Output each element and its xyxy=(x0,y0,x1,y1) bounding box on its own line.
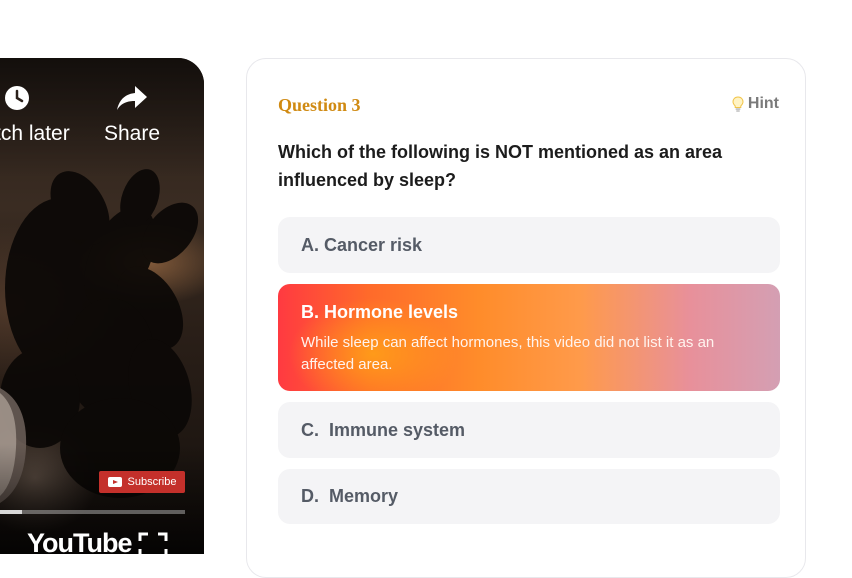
answer-option-label: B. Hormone levels xyxy=(301,302,459,322)
answer-option-d[interactable]: D. Memory xyxy=(278,469,780,524)
youtube-logo[interactable]: YouTube xyxy=(27,528,132,554)
answer-option-label: D. Memory xyxy=(301,486,399,506)
clock-icon xyxy=(0,82,72,114)
quiz-card: Question 3 Hint Which of the following i… xyxy=(246,58,806,578)
share-arrow-icon xyxy=(92,82,172,114)
fullscreen-icon[interactable] xyxy=(138,532,168,554)
question-number: Question 3 xyxy=(278,95,361,115)
question-text: Which of the following is NOT mentioned … xyxy=(278,142,723,190)
answer-option-label: C. Immune system xyxy=(301,420,466,440)
hint-button[interactable]: Hint xyxy=(732,95,779,113)
answer-option-b-selected[interactable]: B. Hormone levels While sleep can affect… xyxy=(278,284,780,391)
answer-feedback: While sleep can affect hormones, this vi… xyxy=(301,334,715,373)
subscribe-label: Subscribe xyxy=(127,476,177,488)
watch-later-label: Watch later xyxy=(0,122,70,145)
video-progress-fill xyxy=(0,510,23,514)
share-button[interactable]: Share xyxy=(92,82,172,146)
watch-later-button[interactable]: Watch later xyxy=(0,82,72,146)
subscribe-button[interactable]: Subscribe xyxy=(99,471,185,493)
answer-option-label: A. Cancer risk xyxy=(301,235,423,255)
answer-option-a[interactable]: A. Cancer risk xyxy=(278,217,780,273)
hint-label: Hint xyxy=(747,95,779,112)
share-label: Share xyxy=(103,122,161,145)
lightbulb-icon xyxy=(732,96,744,112)
answer-option-c[interactable]: C. Immune system xyxy=(278,402,780,458)
youtube-play-icon xyxy=(107,477,122,487)
video-progress-bar[interactable] xyxy=(0,510,185,514)
video-player[interactable]: Watch later Share Subscribe YouTube xyxy=(0,58,204,554)
